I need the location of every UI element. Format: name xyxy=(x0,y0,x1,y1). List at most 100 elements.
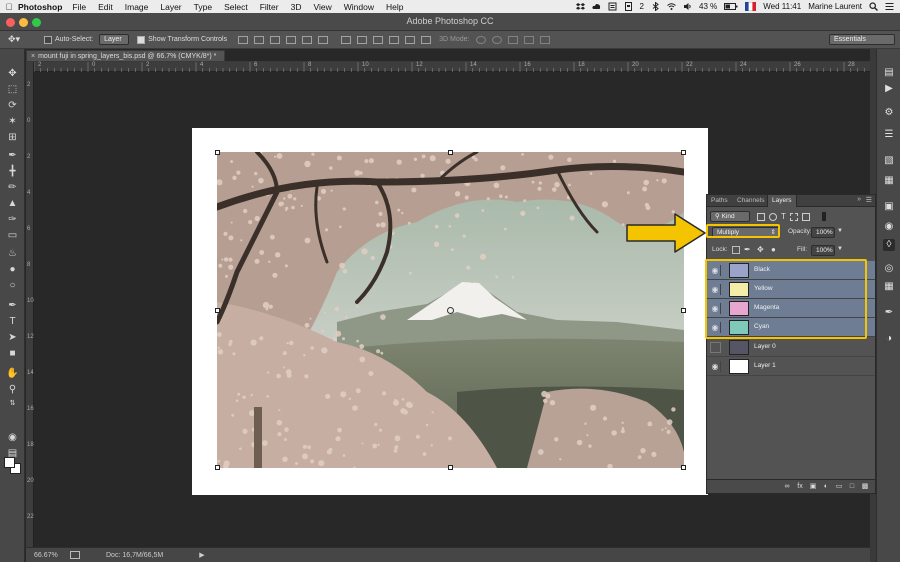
dropbox-icon[interactable] xyxy=(575,2,585,11)
add-mask-icon[interactable]: ▣ xyxy=(809,483,817,491)
delete-layer-icon[interactable]: ▩ xyxy=(861,483,869,491)
properties-panel-icon[interactable]: ☰ xyxy=(883,129,895,141)
type-tool-icon[interactable]: T xyxy=(6,315,19,328)
align-top-icon[interactable] xyxy=(238,35,249,44)
pen-tool-icon[interactable]: ✒ xyxy=(6,299,19,312)
lock-image-icon[interactable]: ✒ xyxy=(744,245,751,254)
transform-handle[interactable] xyxy=(681,150,686,155)
foreground-color-swatch[interactable] xyxy=(4,457,15,468)
transform-handle[interactable] xyxy=(215,150,220,155)
3d-rotate-icon[interactable] xyxy=(476,35,487,44)
filter-adjustment-icon[interactable] xyxy=(769,212,777,221)
quick-mask-icon[interactable]: ◉ xyxy=(6,431,19,444)
history-brush-tool-icon[interactable]: ✑ xyxy=(6,213,19,226)
menu-image[interactable]: Image xyxy=(125,2,149,12)
filter-type-icon[interactable]: T xyxy=(781,212,786,221)
menu-select[interactable]: Select xyxy=(224,2,248,12)
new-group-icon[interactable]: ▭ xyxy=(835,483,843,491)
wifi-icon[interactable] xyxy=(667,2,676,11)
share-icon[interactable] xyxy=(70,551,80,559)
link-layers-icon[interactable]: ∞ xyxy=(783,483,791,491)
menu-3d[interactable]: 3D xyxy=(291,2,302,12)
3d-panel-icon[interactable]: ◑ xyxy=(883,333,895,345)
status-menu-arrow-icon[interactable]: ▶ xyxy=(199,551,204,559)
crop-tool-icon[interactable]: ⊞ xyxy=(6,131,19,144)
paragraph-panel-icon[interactable]: ▦ xyxy=(883,175,895,187)
menu-help[interactable]: Help xyxy=(386,2,403,12)
3d-slide-icon[interactable] xyxy=(524,35,535,44)
distribute-right-icon[interactable] xyxy=(421,35,432,44)
hand-tool-icon[interactable]: ✋ xyxy=(6,367,19,380)
bluetooth-icon[interactable] xyxy=(651,1,660,12)
channels-panel-icon[interactable]: ◎ xyxy=(883,263,895,275)
transform-handle[interactable] xyxy=(681,308,686,313)
fill-field[interactable]: 100% xyxy=(811,245,835,256)
styles-panel-icon[interactable]: ◉ xyxy=(883,221,895,233)
transform-handle[interactable] xyxy=(681,465,686,470)
rectangle-tool-icon[interactable]: ■ xyxy=(6,347,19,360)
layer-style-icon[interactable]: fx xyxy=(796,483,804,491)
paint-bucket-tool-icon[interactable]: ♨ xyxy=(6,247,19,260)
auto-select-dropdown[interactable]: Layer xyxy=(99,34,130,45)
apple-menu-icon[interactable]:  xyxy=(0,2,18,12)
3d-scale-icon[interactable] xyxy=(540,35,551,44)
new-layer-icon[interactable]: □ xyxy=(848,483,856,491)
fill-arrow-icon[interactable]: ▼ xyxy=(837,246,843,252)
3d-roll-icon[interactable] xyxy=(492,35,503,44)
align-left-icon[interactable] xyxy=(286,35,297,44)
blur-tool-icon[interactable]: ● xyxy=(6,263,19,276)
menu-window[interactable]: Window xyxy=(344,2,374,12)
3d-drag-icon[interactable] xyxy=(508,35,519,44)
menu-edit[interactable]: Edit xyxy=(98,2,113,12)
vertical-ruler[interactable]: 2 0 2 4 6 8 10 12 14 16 18 20 22 xyxy=(26,62,34,547)
distribute-vcenter-icon[interactable] xyxy=(357,35,368,44)
filter-shape-icon[interactable] xyxy=(789,212,798,221)
distribute-bottom-icon[interactable] xyxy=(373,35,384,44)
clone-stamp-tool-icon[interactable]: ▲ xyxy=(6,197,19,210)
transform-handle[interactable] xyxy=(448,150,453,155)
path-selection-tool-icon[interactable]: ➤ xyxy=(6,331,19,344)
search-icon[interactable] xyxy=(869,2,878,11)
align-bottom-icon[interactable] xyxy=(270,35,281,44)
document-icon[interactable] xyxy=(624,2,633,11)
panel-collapse-icon[interactable]: » xyxy=(857,196,861,203)
filter-toggle-icon[interactable] xyxy=(821,212,826,221)
align-vcenter-icon[interactable] xyxy=(254,35,265,44)
filter-kind-dropdown[interactable]: ⚲ Kind xyxy=(710,211,750,222)
transform-center-point[interactable] xyxy=(447,307,454,314)
history-panel-icon[interactable]: ▤ xyxy=(883,67,895,79)
lasso-tool-icon[interactable]: ⟳ xyxy=(6,99,19,112)
transform-handle[interactable] xyxy=(448,465,453,470)
user-name[interactable]: Marine Laurent xyxy=(808,2,862,11)
color-swap-icon[interactable]: ⇅ xyxy=(6,397,19,410)
dodge-tool-icon[interactable]: ○ xyxy=(6,279,19,292)
quick-select-tool-icon[interactable]: ✶ xyxy=(6,115,19,128)
layers-panel-icon[interactable]: ◊ xyxy=(883,239,895,251)
visibility-eye-icon[interactable]: ◉ xyxy=(710,361,721,372)
notes-icon[interactable] xyxy=(608,2,617,11)
show-transform-checkbox[interactable] xyxy=(137,35,146,44)
actions-panel-icon[interactable]: ▶ xyxy=(883,83,895,95)
flag-icon[interactable] xyxy=(744,1,757,12)
align-hcenter-icon[interactable] xyxy=(302,35,313,44)
brush-presets-panel-icon[interactable]: ✒ xyxy=(883,307,895,319)
new-adjustment-layer-icon[interactable]: ◐ xyxy=(822,483,830,491)
move-tool-preset-icon[interactable]: ✥▾ xyxy=(8,34,30,45)
tab-channels[interactable]: Channels xyxy=(733,195,768,207)
lock-position-icon[interactable]: ✥ xyxy=(757,245,764,254)
distribute-hcenter-icon[interactable] xyxy=(405,35,416,44)
tab-layers[interactable]: Layers xyxy=(767,195,797,207)
opacity-field[interactable]: 100% xyxy=(811,227,835,238)
lock-all-icon[interactable]: ● xyxy=(771,245,776,254)
cloud-icon[interactable] xyxy=(591,2,601,11)
horizontal-ruler[interactable]: 2 0 2 4 6 8 10 12 14 16 18 20 22 24 26 2… xyxy=(34,62,870,72)
opacity-arrow-icon[interactable]: ▼ xyxy=(837,228,843,234)
menu-view[interactable]: View xyxy=(313,2,331,12)
distribute-left-icon[interactable] xyxy=(389,35,400,44)
distribute-top-icon[interactable] xyxy=(341,35,352,44)
auto-select-checkbox[interactable] xyxy=(44,35,52,44)
menu-layer[interactable]: Layer xyxy=(160,2,181,12)
filter-pixel-icon[interactable] xyxy=(757,212,765,221)
lock-transparent-icon[interactable] xyxy=(732,246,740,254)
eraser-tool-icon[interactable]: ▭ xyxy=(6,229,19,242)
